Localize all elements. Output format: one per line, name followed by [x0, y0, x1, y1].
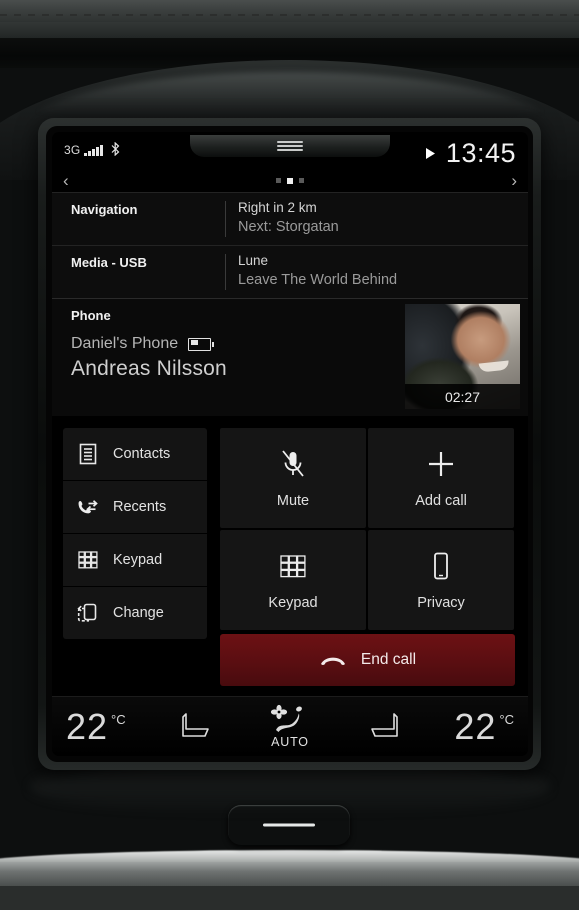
media-artist: Lune	[238, 253, 269, 268]
call-action-add-call[interactable]: Add call	[368, 428, 514, 528]
navigation-instruction: Right in 2 km	[238, 200, 317, 215]
status-left-group: 3G	[64, 142, 120, 156]
call-action-keypad[interactable]: Keypad	[220, 530, 366, 630]
media-tile-label: Media - USB	[71, 255, 147, 270]
dash-top-trim	[0, 0, 579, 22]
menu-item-change[interactable]: Change	[63, 587, 207, 639]
signal-strength-icon	[84, 144, 103, 156]
climate-auto-label: AUTO	[271, 735, 309, 749]
connected-device-name: Daniel's Phone	[71, 335, 179, 352]
menu-item-label: Contacts	[113, 446, 171, 462]
phone-card: Phone Daniel's Phone Andreas Nilsson 02:…	[52, 298, 528, 416]
caller-name: Andreas Nilsson	[71, 357, 227, 380]
menu-item-label: Change	[113, 605, 164, 621]
menu-item-contacts[interactable]: Contacts	[63, 428, 207, 481]
keypad-grid-icon	[76, 548, 100, 572]
recent-calls-icon	[76, 495, 100, 519]
microphone-muted-icon	[276, 447, 310, 481]
caller-photo: 02:27	[405, 304, 520, 409]
console-button-indicator	[263, 823, 315, 827]
menu-item-label: Recents	[113, 499, 167, 515]
dash-top-trim-lower	[0, 22, 579, 38]
call-action-row: Keypad Privacy	[220, 530, 515, 630]
call-controls-area: Contacts Recents Keypad Change Mute Add …	[52, 416, 528, 686]
dash-bottom-trim	[0, 862, 579, 886]
keypad-grid-icon	[276, 549, 310, 583]
menu-item-keypad[interactable]: Keypad	[63, 534, 207, 587]
status-bar: 3G 13:45	[52, 132, 528, 170]
change-device-icon	[76, 601, 100, 625]
bluetooth-icon	[111, 142, 120, 156]
climate-auto-button[interactable]: AUTO	[269, 704, 311, 749]
navigation-tile-label: Navigation	[71, 202, 138, 217]
media-tile-body: Lune Leave The World Behind	[238, 251, 397, 290]
call-action-label: Add call	[415, 493, 467, 509]
navigation-tile-body: Right in 2 km Next: Storgatan	[238, 198, 339, 237]
media-tile[interactable]: Media - USB Lune Leave The World Behind	[52, 245, 528, 298]
call-action-mute[interactable]: Mute	[220, 428, 366, 528]
call-action-label: Keypad	[268, 595, 318, 611]
phone-handset-icon	[424, 549, 458, 583]
passenger-temp-value: 22	[454, 705, 497, 747]
call-action-grid: Mute Add call Keypad Privacy	[220, 428, 515, 632]
home-pager: ‹ ›	[52, 170, 528, 192]
chevron-right-icon[interactable]: ›	[511, 170, 517, 192]
grip-lines	[277, 141, 303, 153]
tile-divider	[225, 201, 226, 237]
end-call-handset-icon	[319, 652, 347, 668]
dash-bottom-texture	[0, 886, 579, 910]
menu-item-label: Keypad	[113, 552, 163, 568]
seat-right-icon[interactable]	[360, 709, 406, 745]
contacts-list-icon	[76, 442, 100, 466]
battery-low-icon	[188, 337, 215, 351]
seat-left-icon[interactable]	[174, 709, 220, 745]
status-right-group: 13:45	[425, 138, 516, 169]
console-hard-button[interactable]	[228, 805, 350, 845]
play-icon	[425, 147, 436, 160]
page-indicator-dots	[276, 177, 304, 184]
call-action-label: Mute	[276, 493, 310, 509]
connected-device-row: Daniel's Phone	[71, 335, 215, 353]
plus-icon	[424, 447, 458, 481]
passenger-temperature[interactable]: 22 °C	[454, 705, 514, 747]
passenger-temp-unit: °C	[499, 711, 514, 727]
driver-temperature[interactable]: 22 °C	[66, 705, 126, 747]
network-type-label: 3G	[64, 143, 81, 157]
fan-airflow-icon	[269, 704, 311, 734]
end-call-label: End call	[360, 651, 417, 668]
dash-stitching	[0, 14, 579, 16]
menu-item-recents[interactable]: Recents	[63, 481, 207, 534]
screen-grip-handle	[190, 135, 390, 157]
climate-bar: 22 °C AUTO 22 °C	[52, 696, 528, 756]
infotainment-screen: 3G 13:45 ‹ › Navigation Right in 2 km Ne…	[52, 132, 528, 756]
driver-temp-value: 22	[66, 705, 109, 747]
call-action-row: Mute Add call	[220, 428, 515, 528]
chevron-left-icon[interactable]: ‹	[63, 170, 69, 192]
phone-card-label: Phone	[71, 308, 111, 323]
navigation-tile[interactable]: Navigation Right in 2 km Next: Storgatan	[52, 192, 528, 245]
navigation-next-street: Next: Storgatan	[238, 219, 339, 235]
media-track-title: Leave The World Behind	[238, 272, 398, 288]
call-action-label: Privacy	[417, 595, 465, 611]
call-duration: 02:27	[405, 384, 520, 409]
phone-menu-list: Contacts Recents Keypad Change	[63, 428, 207, 639]
clock-label: 13:45	[445, 138, 516, 168]
call-action-privacy[interactable]: Privacy	[368, 530, 514, 630]
tile-divider	[225, 254, 226, 290]
end-call-button[interactable]: End call	[220, 634, 515, 686]
driver-temp-unit: °C	[111, 711, 126, 727]
